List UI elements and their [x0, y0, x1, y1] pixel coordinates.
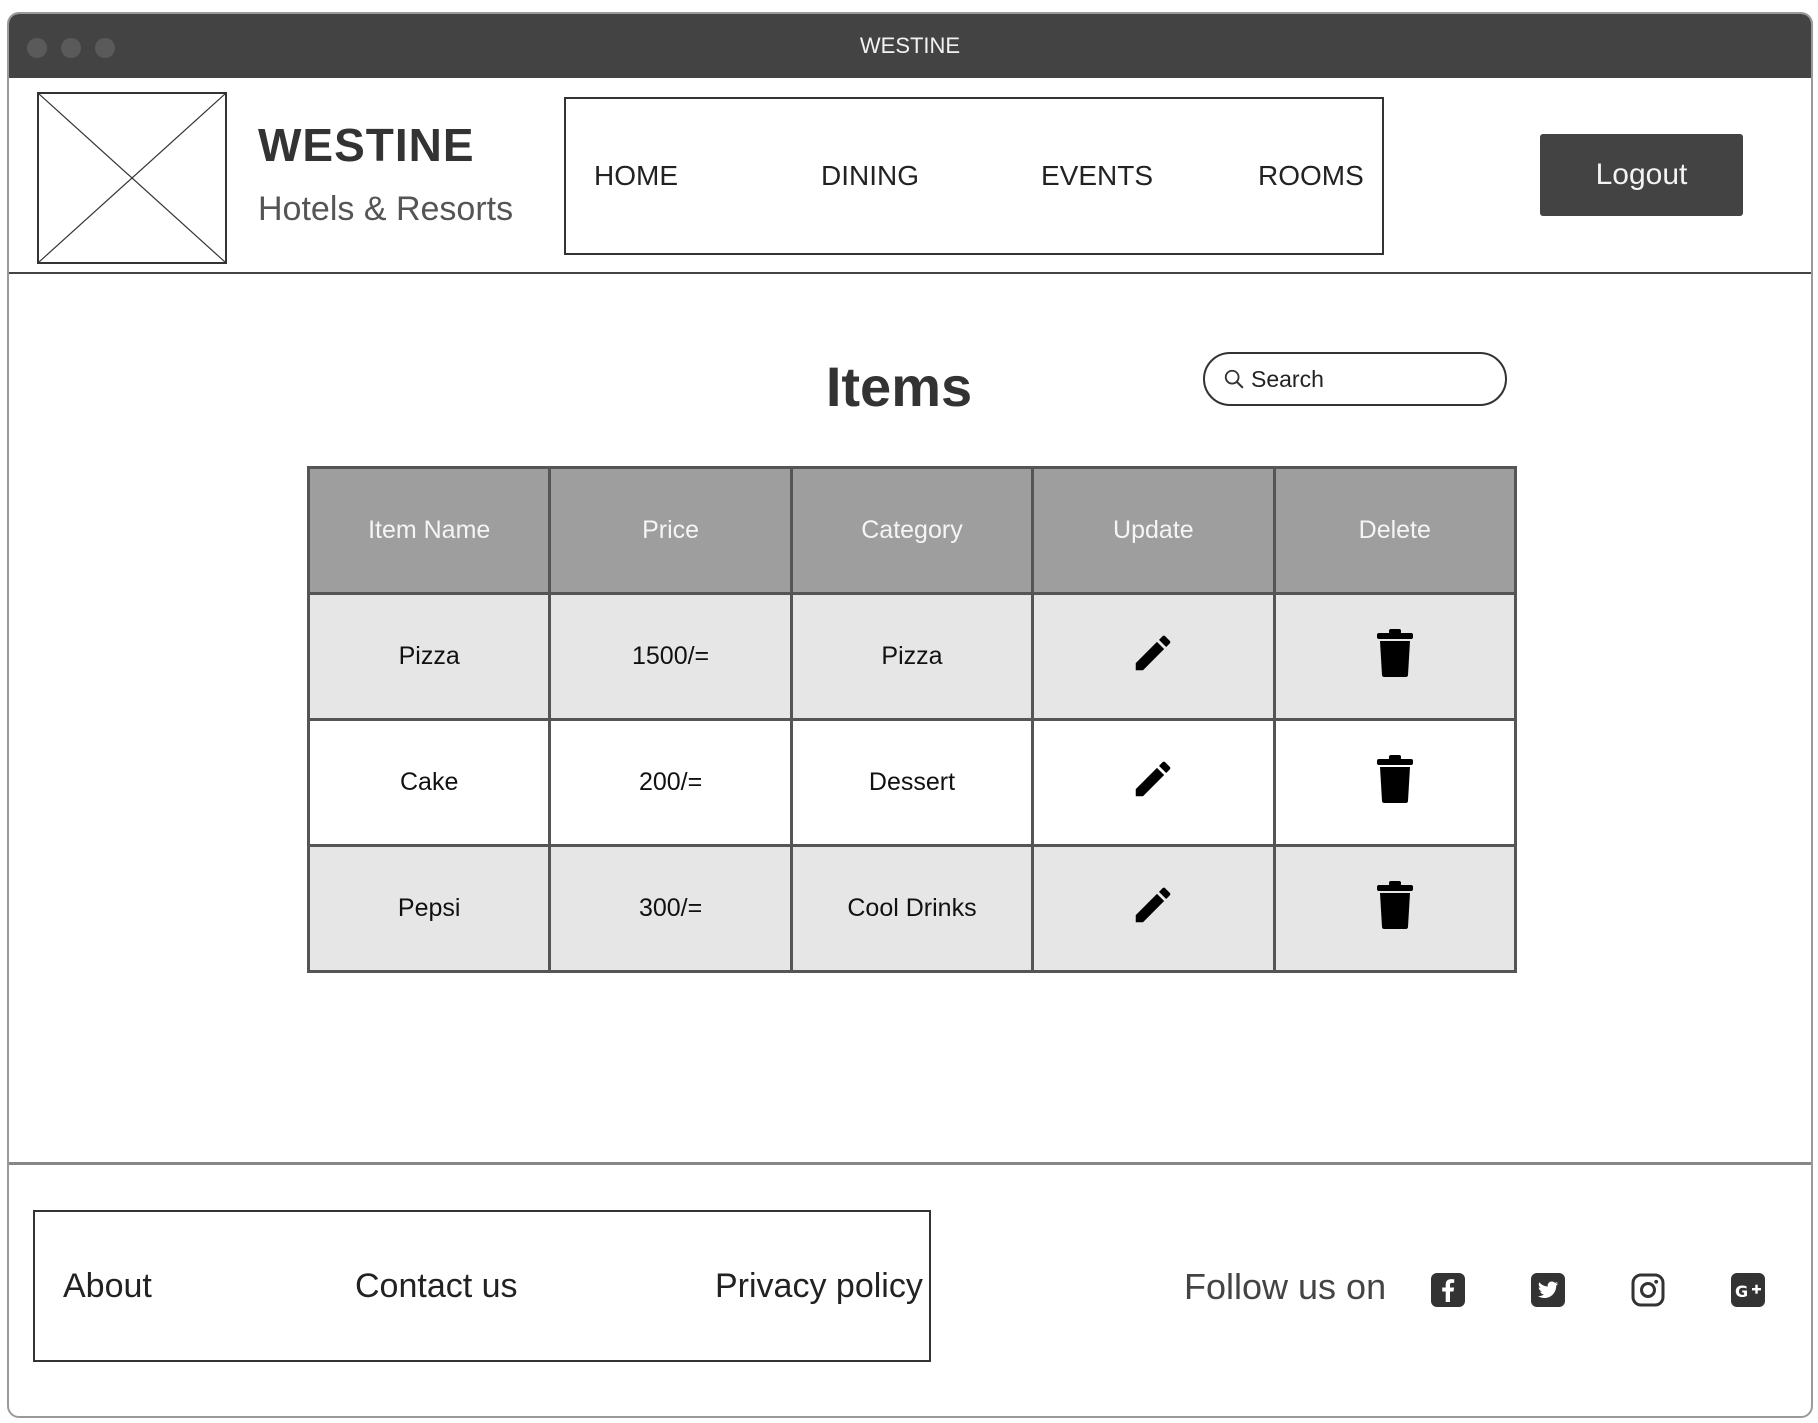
nav-item-dining[interactable]: DINING: [821, 99, 919, 253]
nav-item-home[interactable]: HOME: [594, 99, 678, 253]
update-button[interactable]: [1130, 882, 1176, 928]
site-header: WESTINE Hotels & Resorts HOME DINING EVE…: [9, 78, 1811, 274]
column-header-category: Category: [789, 466, 1035, 595]
logout-button[interactable]: Logout: [1540, 134, 1743, 216]
pencil-icon: [1136, 887, 1171, 923]
search-input[interactable]: [1251, 365, 1491, 393]
window-minimize-dot[interactable]: [61, 38, 81, 58]
browser-window: WESTINE WESTINE Hotels & Resorts HOME DI…: [7, 12, 1813, 1418]
pencil-icon: [1136, 635, 1171, 671]
cell-item-name: Pepsi: [306, 844, 552, 973]
title-bar: WESTINE: [9, 14, 1811, 78]
cell-update: [1031, 718, 1276, 847]
image-placeholder-icon: [39, 94, 225, 262]
cell-price: 1500/=: [548, 592, 793, 721]
footer-link-privacy[interactable]: Privacy policy: [715, 1212, 923, 1360]
column-header-price: Price: [548, 466, 793, 595]
follow-us-label: Follow us on: [1184, 1266, 1387, 1307]
cell-category: Dessert: [789, 718, 1035, 847]
instagram-link[interactable]: [1630, 1272, 1666, 1308]
delete-button[interactable]: [1375, 754, 1415, 804]
cell-category: Pizza: [789, 592, 1035, 721]
column-header-delete: Delete: [1272, 466, 1518, 595]
footer-links: About Contact us Privacy policy: [33, 1210, 931, 1362]
cell-price: 300/=: [548, 844, 793, 973]
cell-delete: [1272, 592, 1518, 721]
nav-item-rooms[interactable]: ROOMS: [1258, 99, 1364, 253]
table-row: Pizza 1500/= Pizza: [306, 592, 1518, 721]
google-plus-link[interactable]: G: [1730, 1272, 1766, 1308]
cell-update: [1031, 592, 1276, 721]
cell-item-name: Pizza: [306, 592, 552, 721]
delete-button[interactable]: [1375, 628, 1415, 678]
table-row: Pepsi 300/= Cool Drinks: [306, 844, 1518, 973]
window-title: WESTINE: [859, 33, 961, 58]
main-nav: HOME DINING EVENTS ROOMS: [564, 97, 1384, 255]
google-plus-icon: G: [1731, 1273, 1765, 1307]
logo-placeholder: [37, 92, 227, 264]
site-footer: About Contact us Privacy policy Follow u…: [9, 1162, 1811, 1416]
twitter-icon: [1531, 1273, 1565, 1307]
column-header-update: Update: [1031, 466, 1276, 595]
trash-icon: [1376, 881, 1413, 929]
trash-icon: [1376, 755, 1413, 803]
column-header-item-name: Item Name: [306, 466, 552, 595]
facebook-link[interactable]: [1430, 1272, 1466, 1308]
pencil-icon: [1136, 761, 1171, 797]
window-close-dot[interactable]: [27, 38, 47, 58]
delete-button[interactable]: [1375, 880, 1415, 930]
update-button[interactable]: [1130, 756, 1176, 802]
main-content: Items Item Name Price Category Update De…: [9, 274, 1811, 1174]
cell-category: Cool Drinks: [789, 844, 1035, 973]
brand-tagline: Hotels & Resorts: [258, 190, 514, 228]
window-maximize-dot[interactable]: [95, 38, 115, 58]
cell-item-name: Cake: [306, 718, 552, 847]
twitter-link[interactable]: [1530, 1272, 1566, 1308]
nav-item-events[interactable]: EVENTS: [1041, 99, 1153, 253]
facebook-icon: [1431, 1273, 1465, 1307]
search-icon: [1224, 369, 1244, 389]
trash-icon: [1376, 629, 1413, 677]
items-table: Item Name Price Category Update Delete P…: [306, 466, 1518, 973]
cell-delete: [1272, 718, 1518, 847]
brand-name: WESTINE: [258, 119, 475, 171]
page-title: Items: [825, 355, 973, 418]
update-button[interactable]: [1130, 630, 1176, 676]
cell-price: 200/=: [548, 718, 793, 847]
search-box[interactable]: [1203, 352, 1507, 406]
footer-link-contact[interactable]: Contact us: [355, 1212, 518, 1360]
instagram-icon: [1631, 1273, 1665, 1307]
cell-delete: [1272, 844, 1518, 973]
cell-update: [1031, 844, 1276, 973]
table-header-row: Item Name Price Category Update Delete: [306, 466, 1518, 595]
table-row: Cake 200/= Dessert: [306, 718, 1518, 847]
svg-text:G: G: [1735, 1282, 1748, 1301]
footer-link-about[interactable]: About: [63, 1212, 152, 1360]
